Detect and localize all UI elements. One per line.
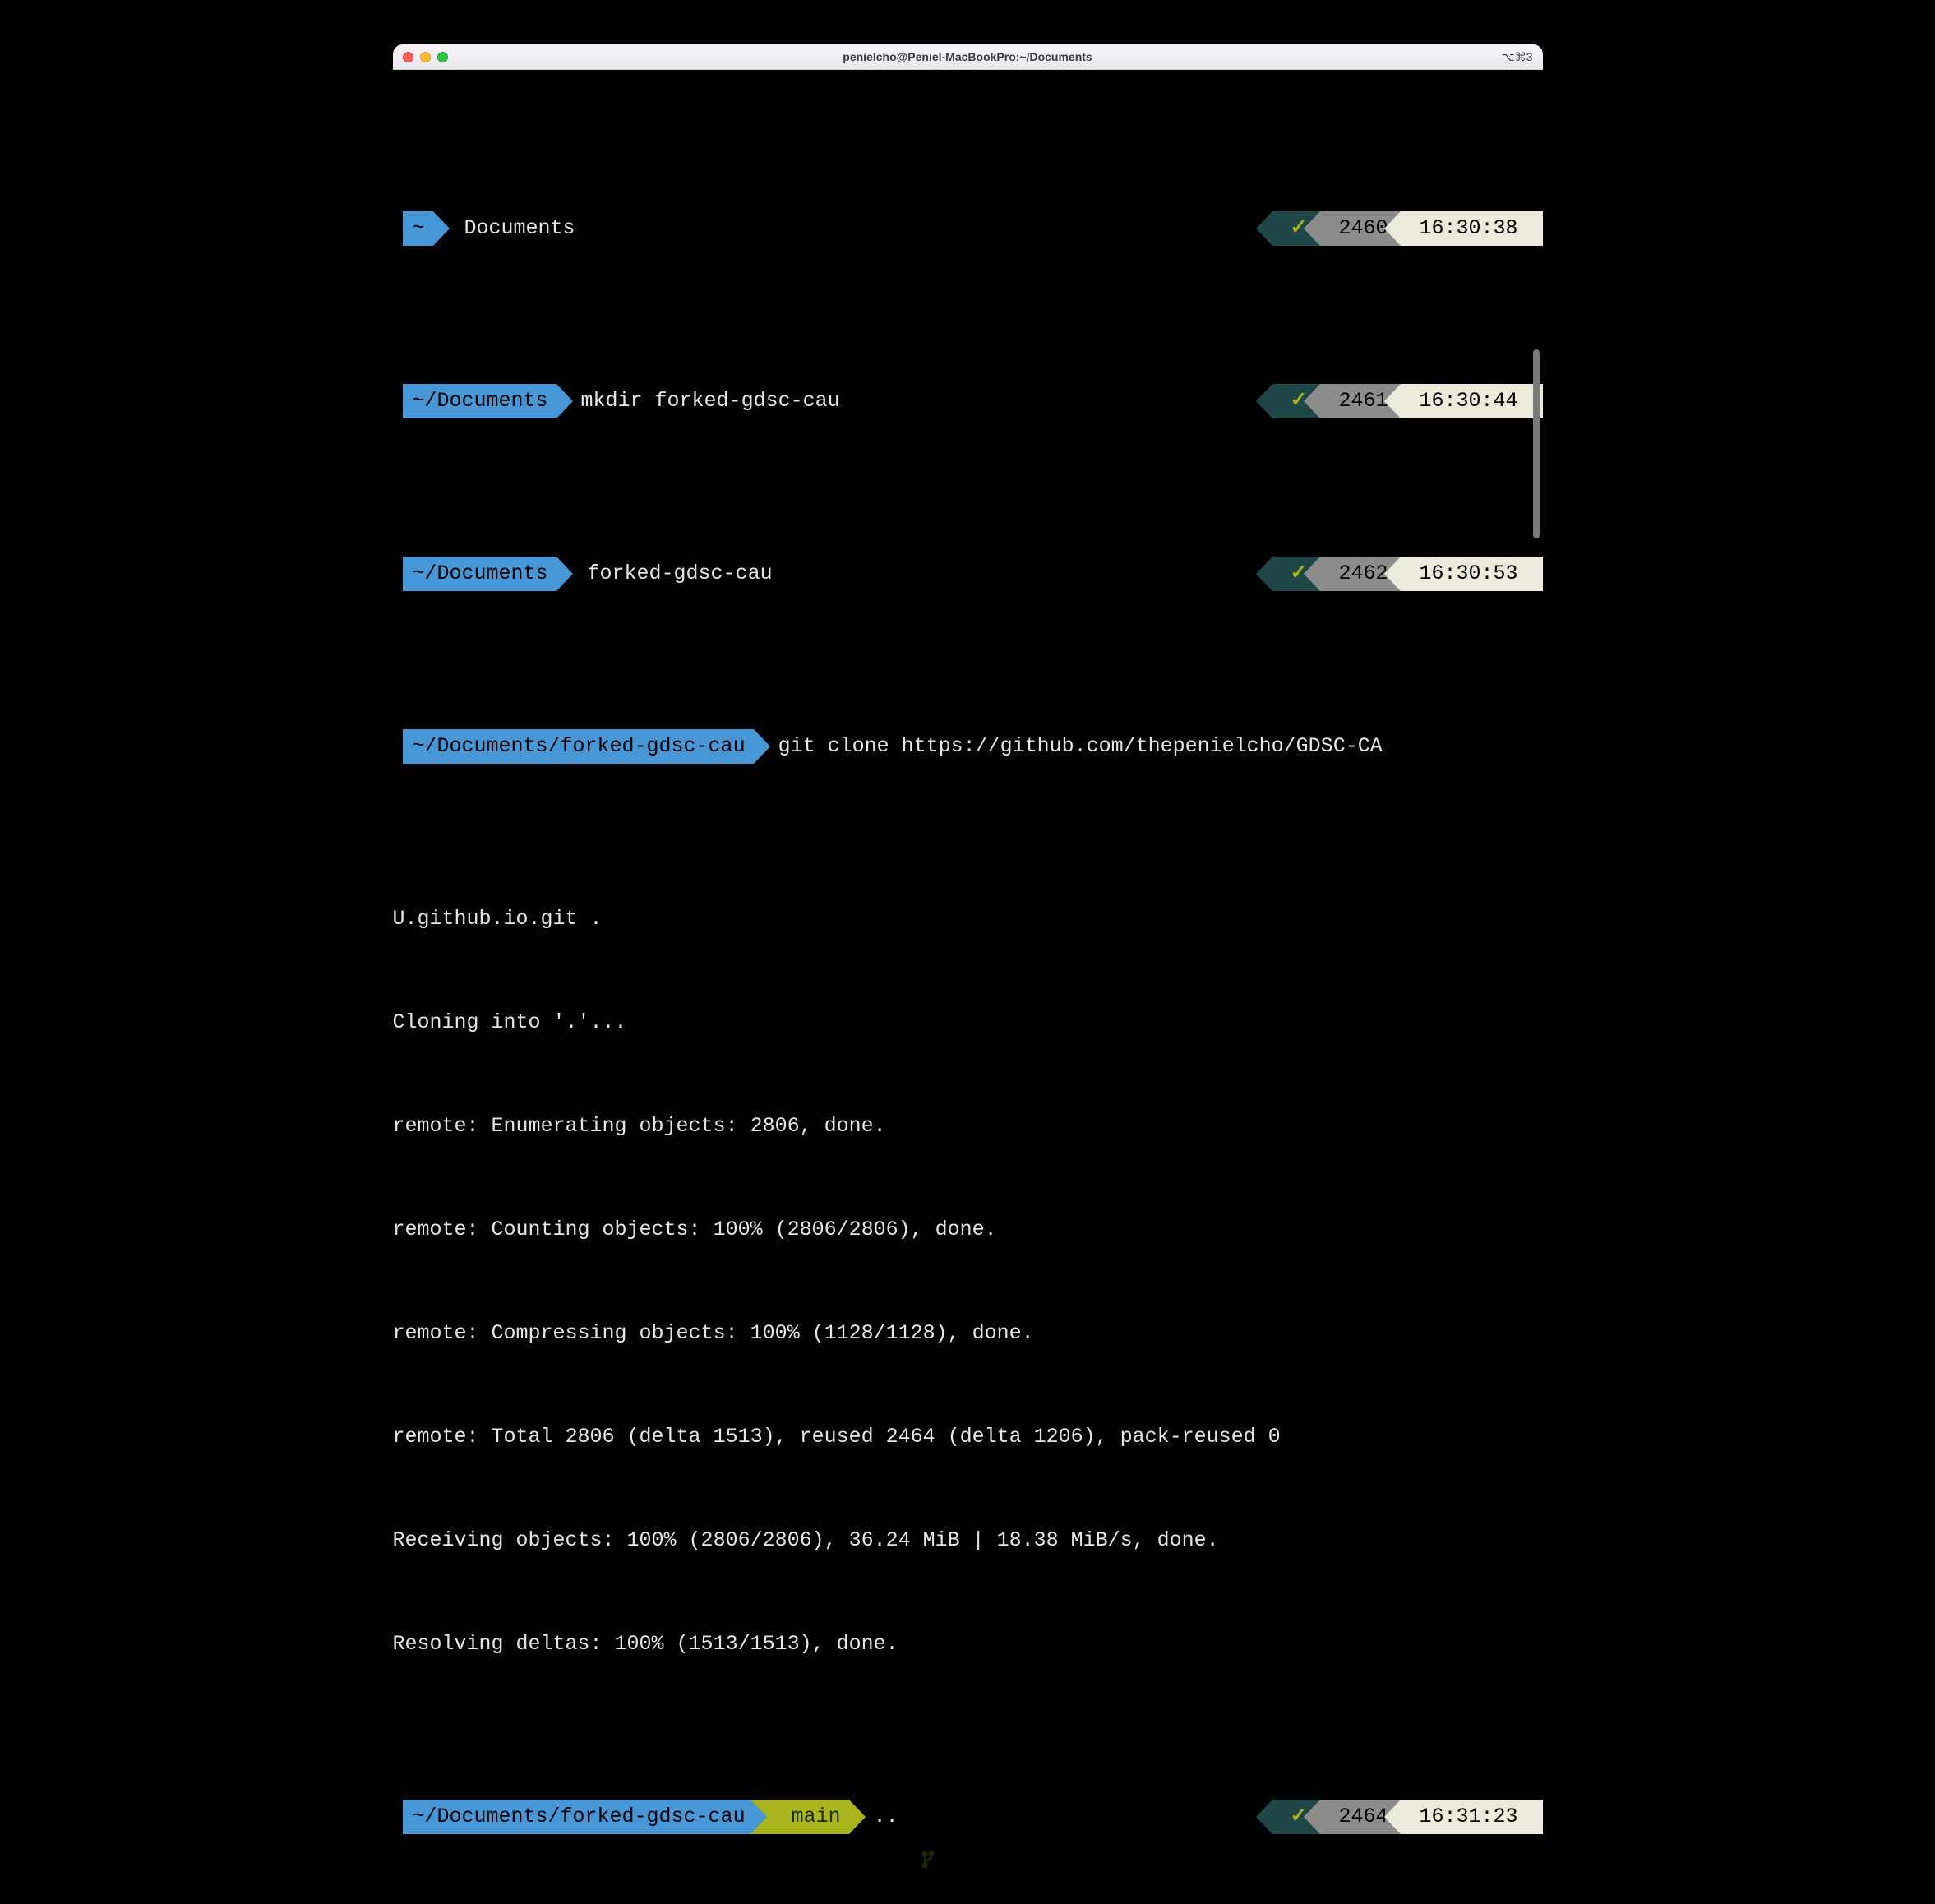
output-line: Receiving objects: 100% (2806/2806), 36.… xyxy=(393,1523,1543,1558)
prompt-line: ~ Documents ✓ 2460 16:30:38 xyxy=(393,211,1543,246)
path-segment: ~/Documents/forked-gdsc-cau xyxy=(403,729,754,764)
terminal-window: penielcho@Peniel-MacBookPro:~/Documents … xyxy=(393,44,1543,1904)
path-segment: ~/Documents/forked-gdsc-cau xyxy=(403,1800,750,1834)
path-text: ~/Documents/forked-gdsc-cau xyxy=(413,1800,746,1834)
output-line: Resolving deltas: 100% (1513/1513), done… xyxy=(393,1627,1543,1661)
prompt-line: ~/Documents forked-gdsc-cau ✓ 2462 16:30… xyxy=(393,557,1543,591)
command-text: git clone https://github.com/thepenielch… xyxy=(754,729,1383,764)
path-text: ~/Documents/forked-gdsc-cau xyxy=(413,729,746,764)
output-line: remote: Compressing objects: 100% (1128/… xyxy=(393,1316,1543,1351)
prompt-line: ~/Documents/forked-gdsc-cau main .. xyxy=(393,1800,1543,1834)
path-text: ~/Documents xyxy=(413,557,548,591)
path-text: ~ xyxy=(413,211,425,246)
terminal-body[interactable]: ~ Documents ✓ 2460 16:30:38 ~/Documents … xyxy=(393,70,1543,1904)
git-branch-icon xyxy=(774,1809,785,1825)
output-line: U.github.io.git . xyxy=(393,902,1543,936)
output-line: remote: Enumerating objects: 2806, done. xyxy=(393,1109,1543,1144)
command-text: mkdir forked-gdsc-cau xyxy=(556,384,840,418)
branch-name: main xyxy=(792,1800,841,1834)
output-line: remote: Total 2806 (delta 1513), reused … xyxy=(393,1420,1543,1454)
titlebar: penielcho@Peniel-MacBookPro:~/Documents … xyxy=(393,44,1543,70)
path-text: ~/Documents xyxy=(413,384,548,418)
history-number: 2464 xyxy=(1338,1800,1388,1834)
history-number: 2462 xyxy=(1338,557,1388,591)
timestamp: 16:30:53 xyxy=(1419,557,1517,591)
path-segment: ~ xyxy=(403,211,433,246)
time-segment: 16:31:23 xyxy=(1401,1800,1542,1834)
time-segment: 16:30:44 xyxy=(1401,384,1542,418)
time-segment: 16:30:38 xyxy=(1401,211,1542,246)
time-segment: 16:30:53 xyxy=(1401,557,1542,591)
timestamp: 16:30:44 xyxy=(1419,384,1517,418)
timestamp: 16:31:23 xyxy=(1419,1800,1517,1834)
output-line: Cloning into '.'... xyxy=(393,1005,1543,1040)
prompt-line: ~/Documents/forked-gdsc-cau git clone ht… xyxy=(393,729,1543,764)
path-segment: ~/Documents xyxy=(403,384,556,418)
prompt-extra: forked-gdsc-cau xyxy=(556,557,773,591)
timestamp: 16:30:38 xyxy=(1419,211,1517,246)
path-segment: ~/Documents xyxy=(403,557,556,591)
prompt-extra: Documents xyxy=(433,211,575,246)
prompt-line: ~/Documents mkdir forked-gdsc-cau ✓ 2461… xyxy=(393,384,1543,418)
scrollbar[interactable] xyxy=(1533,349,1540,538)
output-line: remote: Counting objects: 100% (2806/280… xyxy=(393,1213,1543,1247)
history-number: 2460 xyxy=(1338,211,1388,246)
window-title: penielcho@Peniel-MacBookPro:~/Documents xyxy=(393,50,1543,63)
history-number: 2461 xyxy=(1338,384,1388,418)
